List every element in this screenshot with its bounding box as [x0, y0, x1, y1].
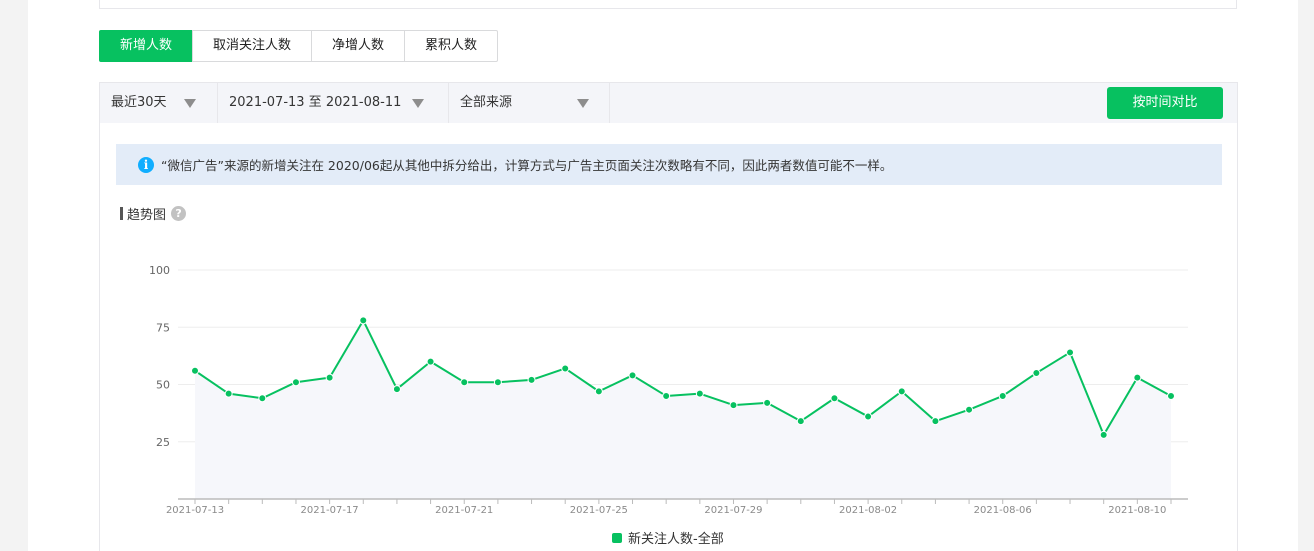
data-point [695, 389, 704, 398]
x-tick-label: 2021-07-25 [570, 505, 628, 516]
x-tick-label: 2021-07-13 [166, 505, 224, 516]
data-point [1066, 348, 1075, 357]
data-point [493, 378, 502, 387]
data-point [291, 378, 300, 387]
legend-swatch [612, 532, 622, 543]
x-tick-label: 2021-08-10 [1108, 505, 1166, 516]
data-point [1133, 373, 1142, 382]
data-point [1099, 430, 1108, 439]
data-point [628, 371, 637, 380]
x-tick-label: 2021-07-21 [435, 505, 493, 516]
data-point [1167, 391, 1175, 400]
y-tick-label: 50 [156, 379, 170, 392]
trend-chart: 100 75 50 25 2021-07-13 2021-07-17 2021-07-21 2… [149, 264, 1188, 516]
data-point [392, 385, 401, 394]
data-point [359, 316, 368, 325]
data-point [931, 417, 940, 426]
data-point [796, 417, 805, 426]
y-tick-label: 100 [149, 264, 170, 277]
data-point [594, 387, 603, 396]
data-point [426, 357, 435, 366]
legend-label: 新关注人数-全部 [628, 532, 724, 547]
data-point [897, 387, 906, 396]
data-point [1032, 369, 1041, 378]
series-area [195, 320, 1171, 499]
data-point [325, 373, 334, 382]
data-point [729, 401, 738, 410]
chart-legend[interactable]: 新关注人数-全部 [612, 528, 724, 547]
data-point [258, 394, 267, 403]
y-tick-label: 75 [156, 321, 170, 334]
x-tick-label: 2021-08-02 [839, 505, 897, 516]
data-point [527, 375, 536, 384]
data-point [662, 391, 671, 400]
data-point [998, 391, 1007, 400]
data-point [830, 394, 839, 403]
data-point [224, 389, 233, 398]
y-tick-label: 25 [156, 436, 170, 449]
data-point [864, 412, 873, 421]
data-point [965, 405, 974, 414]
x-tick-label: 2021-08-06 [974, 505, 1032, 516]
data-point [561, 364, 570, 373]
x-tick-label: 2021-07-29 [704, 505, 762, 516]
data-point [763, 398, 772, 407]
data-point [191, 366, 199, 375]
data-point [460, 378, 469, 387]
x-tick-label: 2021-07-17 [301, 505, 359, 516]
